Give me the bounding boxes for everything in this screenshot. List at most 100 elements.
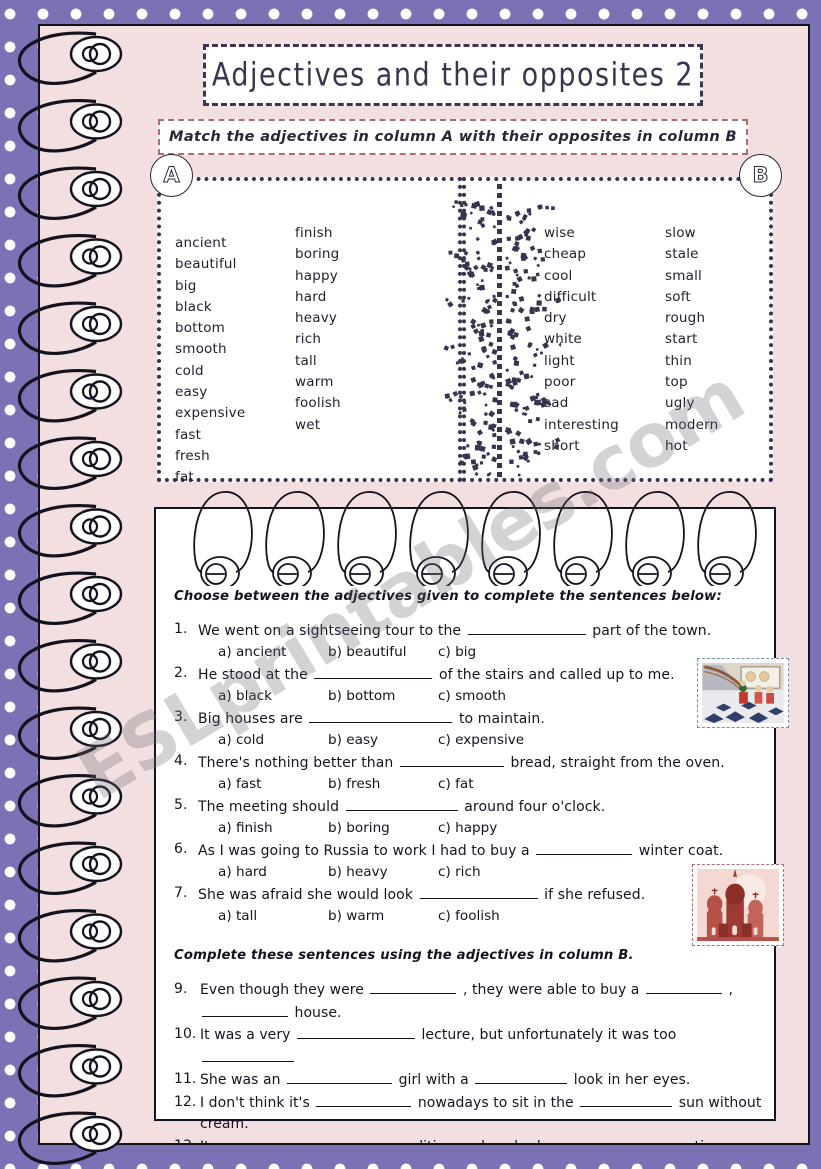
answer-blank[interactable] xyxy=(261,1136,373,1144)
answer-option[interactable]: c) rich xyxy=(438,863,548,883)
answer-option[interactable]: c) expensive xyxy=(438,731,548,751)
page-title: Adjectives and their opposites 2 xyxy=(211,56,695,94)
answer-blank[interactable] xyxy=(645,979,722,994)
question-text: Even though they were , they were able t… xyxy=(200,979,764,1024)
exercise2-question: 13.It was a expedition and we had a very… xyxy=(174,1136,764,1144)
column-a-word: easy xyxy=(175,384,208,401)
column-a-word: wet xyxy=(295,416,321,433)
question-number: 9. xyxy=(174,981,188,997)
column-a-badge-letter: A xyxy=(163,163,180,187)
exercise1-question: 5. The meeting should around four o'clock… xyxy=(174,796,764,818)
answer-option[interactable]: c) fat xyxy=(438,775,548,795)
column-b-word: ugly xyxy=(665,395,695,412)
column-a-word: bottom xyxy=(175,320,226,337)
answer-option[interactable]: a) black xyxy=(218,687,328,707)
answer-option[interactable]: a) ancient xyxy=(218,643,328,663)
column-a-word: finish xyxy=(295,225,333,241)
answer-blank[interactable] xyxy=(580,1092,673,1107)
answer-option[interactable]: a) cold xyxy=(218,731,328,751)
answer-option[interactable]: c) foolish xyxy=(438,907,548,927)
answer-options: a) fast b) fresh c) fat xyxy=(218,775,764,795)
column-b-badge: B xyxy=(739,154,782,197)
answer-options: a) ancient b) beautiful c) big xyxy=(218,643,764,663)
answer-option[interactable]: b) fresh xyxy=(328,775,438,795)
exercise2-list: 9. Even though they were , they were able… xyxy=(174,979,764,1144)
staircase-image xyxy=(697,658,789,728)
answer-blank[interactable] xyxy=(370,979,457,994)
answer-option[interactable]: a) fast xyxy=(218,775,328,795)
answer-option[interactable]: b) beautiful xyxy=(328,643,438,663)
exercise2-question: 12. I don't think it's nowadays to sit in… xyxy=(174,1092,764,1136)
question-number: 7. xyxy=(174,885,188,901)
answer-blank[interactable] xyxy=(296,1024,415,1039)
question-text: He stood at the of the stairs and called… xyxy=(198,664,764,686)
question-number: 10. xyxy=(174,1026,197,1042)
word-bank-column-a: ancient beautiful big black bottom smooth cold… xyxy=(157,177,462,485)
column-b-word: light xyxy=(544,352,575,369)
column-a-word: fat xyxy=(175,469,194,486)
answer-option[interactable]: b) heavy xyxy=(328,863,438,883)
exercise1-question: 4. There's nothing better than bread, str… xyxy=(174,752,764,774)
column-b-word: slow xyxy=(665,225,696,241)
column-a-word: warm xyxy=(295,374,334,391)
answer-blank[interactable] xyxy=(287,1069,393,1084)
answer-options: a) hard b) heavy c) rich xyxy=(218,863,764,883)
question-number: 4. xyxy=(174,753,188,769)
column-b-word: soft xyxy=(665,288,691,305)
exercise1-list: 1. We went on a sightseeing tour to the p… xyxy=(174,620,764,926)
column-b-word: small xyxy=(665,267,702,284)
answer-blank[interactable] xyxy=(475,1069,568,1084)
answer-blank[interactable] xyxy=(536,840,633,855)
answer-blank[interactable] xyxy=(309,708,453,723)
answer-option[interactable]: b) easy xyxy=(328,731,438,751)
answer-blank[interactable] xyxy=(316,1092,412,1107)
exercise2-heading: Complete these sentences using the adjec… xyxy=(174,948,634,963)
exercise1-heading: Choose between the adjectives given to c… xyxy=(174,589,723,604)
exercise1-question: 7. She was afraid she would look if she r… xyxy=(174,884,764,906)
column-a-list-1: ancient beautiful big black bottom smooth cold… xyxy=(175,223,295,485)
answer-option[interactable]: c) happy xyxy=(438,819,548,839)
answer-option[interactable]: a) tall xyxy=(218,907,328,927)
question-text: Big houses are to maintain. xyxy=(198,708,764,730)
word-bank-column-b: wise cheap cool difficult dry white light poor s… xyxy=(462,177,773,482)
question-text: I don't think it's nowadays to sit in th… xyxy=(200,1092,764,1136)
answer-blank[interactable] xyxy=(399,752,504,767)
question-text: It was a very lecture, but unfortunately… xyxy=(200,1024,764,1069)
question-text: There's nothing better than bread, strai… xyxy=(198,752,764,774)
column-b-word: stale xyxy=(665,246,699,263)
column-a-word: tall xyxy=(295,352,317,369)
staircase-illustration-icon xyxy=(702,663,784,723)
title-box: Adjectives and their opposites 2 xyxy=(203,44,703,106)
question-text: She was an girl with a look in her eyes. xyxy=(200,1069,764,1092)
column-b-list-2: slow stale small soft rough start thin top ugly m… xyxy=(665,223,769,478)
answer-option[interactable]: b) warm xyxy=(328,907,438,927)
column-a-word: cold xyxy=(175,362,204,379)
answer-option[interactable]: b) bottom xyxy=(328,687,438,707)
column-b-word: wise xyxy=(544,225,575,241)
answer-blank[interactable] xyxy=(467,620,586,635)
exercise1-question: 6. As I was going to Russia to work I had… xyxy=(174,840,764,862)
answer-option[interactable]: a) finish xyxy=(218,819,328,839)
column-b-word: difficult xyxy=(544,288,597,305)
column-a-word: boring xyxy=(295,246,340,263)
column-b-word: poor xyxy=(544,374,576,391)
column-a-word: foolish xyxy=(295,395,341,412)
column-b-word: modern xyxy=(665,416,719,433)
answer-blank[interactable] xyxy=(202,1002,288,1017)
answer-blank[interactable] xyxy=(596,1136,688,1144)
answer-option[interactable]: c) smooth xyxy=(438,687,548,707)
question-number: 13. xyxy=(174,1136,200,1144)
column-b-badge-letter: B xyxy=(752,163,769,187)
answer-blank[interactable] xyxy=(419,884,538,899)
column-b-word: rough xyxy=(665,310,706,327)
question-number: 3. xyxy=(174,709,188,725)
column-b-word: cool xyxy=(544,267,573,284)
answer-blank[interactable] xyxy=(345,796,458,811)
answer-option[interactable]: a) hard xyxy=(218,863,328,883)
answer-option[interactable]: b) boring xyxy=(328,819,438,839)
answer-blank[interactable] xyxy=(202,1047,294,1062)
column-a-word: big xyxy=(175,277,197,294)
answer-option[interactable]: c) big xyxy=(438,643,548,663)
answer-blank[interactable] xyxy=(314,664,433,679)
exercise1-question: 1. We went on a sightseeing tour to the p… xyxy=(174,620,764,642)
